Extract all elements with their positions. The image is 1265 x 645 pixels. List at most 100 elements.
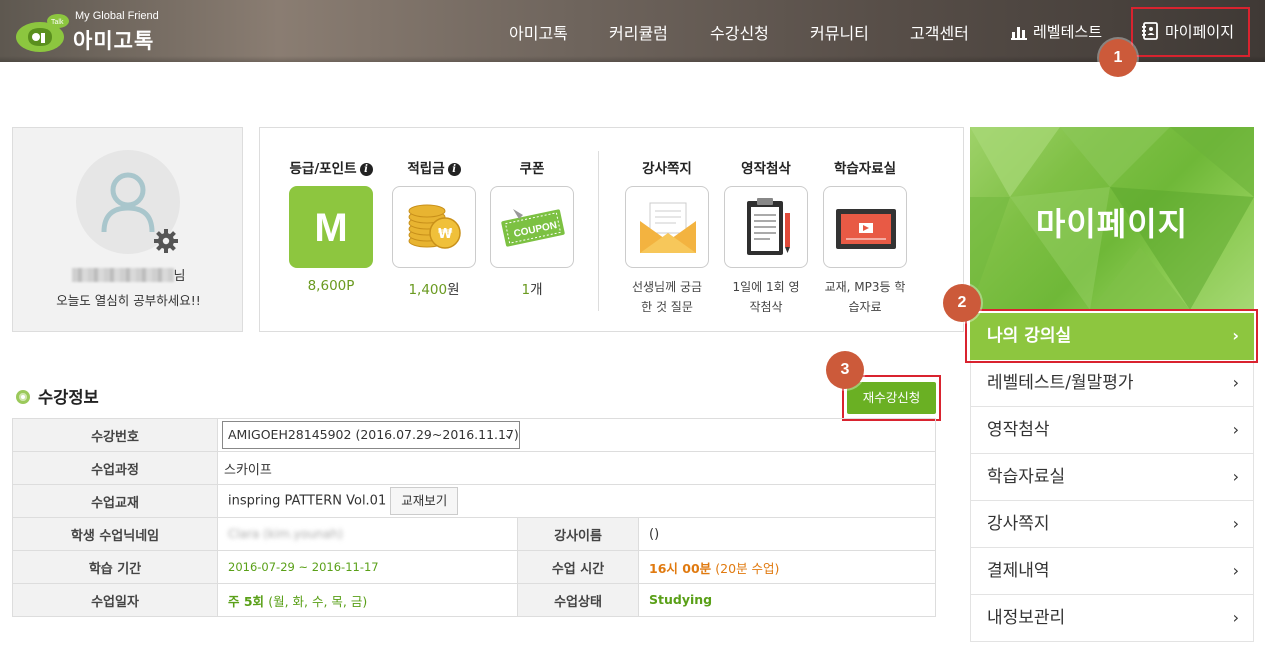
course-no-cell: AMIGOEH28145902 (2016.07.29~2016.11.17) ⌄: [217, 418, 936, 452]
course-no-label: 수강번호: [12, 418, 218, 452]
teacher-note-box[interactable]: [625, 186, 709, 268]
chevron-right-icon: ›: [1232, 561, 1239, 580]
table-row: 학생 수업닉네임 Clara (kim.younah) 강사이름 (): [12, 517, 936, 551]
grade-badge[interactable]: M: [289, 186, 373, 268]
stat-materials-label: 학습자료실: [833, 161, 897, 177]
highlight-my-classroom: [965, 309, 1258, 363]
logo-badge-text: Talk: [51, 19, 64, 26]
profile-card: 님 오늘도 열심히 공부하세요!!: [12, 127, 243, 332]
status-value: Studying: [649, 592, 713, 607]
video-player-icon: [836, 209, 896, 249]
stat-grade-label: 등급/포인트 i: [286, 157, 376, 177]
section-bullet-icon: [16, 390, 30, 404]
nav-level-test[interactable]: 레벨테스트: [1011, 21, 1102, 42]
sidebar-item-payments[interactable]: 결제내역 ›: [970, 548, 1254, 595]
step-marker-1: 1: [1099, 39, 1137, 77]
coin-icon: ₩: [408, 204, 461, 249]
nav-enrollment[interactable]: 수강신청: [710, 20, 769, 44]
stat-coupon-label: 쿠폰: [519, 161, 545, 177]
stat-teacher-note: 강사쪽지 선생님께 궁금 한 것 질문: [622, 128, 712, 333]
days-cell: 주 5회 (월, 화, 수, 목, 금): [217, 583, 518, 617]
correction-box[interactable]: [724, 186, 808, 268]
banner-title: 마이페이지: [1035, 205, 1189, 243]
envelope-icon: [640, 202, 696, 253]
logo-tagline: My Global Friend: [75, 10, 159, 22]
days-label: 수업일자: [12, 583, 218, 617]
stat-grade-value: 8,600P: [307, 278, 355, 294]
coupon-box[interactable]: COUPON: [490, 186, 574, 268]
stat-savings-value: 1,400원: [408, 282, 460, 298]
stat-savings-label: 적립금 i: [389, 157, 479, 177]
table-row: 수업과정 스카이프: [12, 451, 936, 485]
nickname-label: 학생 수업닉네임: [12, 517, 218, 551]
clipboard-icon: [747, 198, 790, 255]
chevron-right-icon: ›: [1232, 514, 1239, 533]
stat-correction-label: 영작첨삭: [741, 161, 791, 177]
status-label: 수업상태: [517, 583, 639, 617]
nav-community[interactable]: 커뮤니티: [810, 20, 869, 44]
info-icon[interactable]: i: [447, 163, 461, 176]
days-count: 주 5회: [228, 593, 265, 609]
course-no-select[interactable]: AMIGOEH28145902 (2016.07.29~2016.11.17) ⌄: [222, 421, 520, 449]
nav-curriculum[interactable]: 커리큘럼: [609, 20, 668, 44]
top-header: Talk My Global Friend 아미고톡 아미고톡 커리큘럼 수강신…: [0, 0, 1265, 62]
sidebar-item-level-test[interactable]: 레벨테스트/월말평가 ›: [970, 360, 1254, 407]
time-cell: 16시 00분 (20분 수업): [638, 550, 936, 584]
period-value: 2016-07-29 ~ 2016-11-17: [228, 559, 379, 574]
svg-text:₩: ₩: [438, 227, 453, 242]
savings-box[interactable]: ₩: [392, 186, 476, 268]
table-row: 수강번호 AMIGOEH28145902 (2016.07.29~2016.11…: [12, 418, 936, 452]
stat-teacher-note-desc: 선생님께 궁금 한 것 질문: [631, 280, 703, 314]
stat-correction-desc: 1일에 1회 영 작첨삭: [732, 280, 800, 314]
course-label: 수업과정: [12, 451, 218, 485]
logo-badge-icon: Talk: [16, 14, 69, 52]
table-row: 학습 기간 2016-07-29 ~ 2016-11-17 수업 시간 16시 …: [12, 550, 936, 584]
textbook-cell: inspring PATTERN Vol.01 교재보기: [217, 484, 936, 518]
user-name-suffix: 님: [173, 269, 186, 284]
divider: [598, 151, 599, 311]
stat-materials: 학습자료실 교재, MP3등 학 습자료: [820, 128, 910, 333]
nav-level-test-label: 레벨테스트: [1033, 23, 1103, 41]
info-icon[interactable]: i: [359, 163, 373, 176]
chevron-right-icon: ›: [1232, 467, 1239, 486]
section-title: 수강정보: [16, 384, 99, 408]
step-marker-3: 3: [826, 351, 864, 389]
stat-coupon-value: 1개: [521, 282, 543, 298]
stat-coupon: 쿠폰 COUPON 1개: [487, 128, 577, 333]
user-name: 님: [13, 265, 244, 284]
stat-materials-desc: 교재, MP3등 학 습자료: [824, 280, 906, 314]
table-row: 수업일자 주 5회 (월, 화, 수, 목, 금) 수업상태 Studying: [12, 583, 936, 617]
stat-correction: 영작첨삭 1일에 1회 영 작첨삭: [721, 128, 811, 333]
time-label: 수업 시간: [517, 550, 639, 584]
nav-customer-center[interactable]: 고객센터: [910, 20, 969, 44]
course-info-table: 수강번호 AMIGOEH28145902 (2016.07.29~2016.11…: [12, 418, 936, 617]
status-cell: Studying: [638, 583, 936, 617]
bar-chart-icon: [1011, 27, 1027, 40]
nickname-value: Clara (kim.younah): [228, 526, 343, 541]
period-label: 학습 기간: [12, 550, 218, 584]
materials-box[interactable]: [823, 186, 907, 268]
textbook-value: inspring PATTERN Vol.01: [228, 493, 387, 509]
gear-icon[interactable]: [152, 227, 180, 255]
sidebar-item-teacher-note[interactable]: 강사쪽지 ›: [970, 501, 1254, 548]
nickname-cell: Clara (kim.younah): [217, 517, 518, 551]
nav-amigotalk[interactable]: 아미고톡: [509, 20, 568, 44]
textbook-label: 수업교재: [12, 484, 218, 518]
stat-grade: 등급/포인트 i M 8,600P: [286, 128, 376, 333]
chevron-right-icon: ›: [1232, 373, 1239, 392]
mypage-banner: 마이페이지: [970, 127, 1254, 310]
time-value: 16시 00분: [649, 560, 712, 576]
step-marker-2: 2: [943, 284, 981, 322]
stat-savings: 적립금 i ₩ 1,400원: [389, 128, 479, 333]
time-extra: (20분 수업): [715, 560, 780, 576]
sidebar-item-my-info[interactable]: 내정보관리 ›: [970, 595, 1254, 642]
greeting-text: 오늘도 열심히 공부하세요!!: [56, 293, 201, 308]
teacher-value: (): [638, 517, 936, 551]
chevron-right-icon: ›: [1232, 420, 1239, 439]
sidebar-item-correction[interactable]: 영작첨삭 ›: [970, 407, 1254, 454]
chevron-down-icon: ⌄: [503, 428, 513, 441]
grade-letter: M: [314, 206, 348, 250]
sidebar-item-materials[interactable]: 학습자료실 ›: [970, 454, 1254, 501]
view-textbook-button[interactable]: 교재보기: [390, 487, 459, 515]
site-logo[interactable]: Talk My Global Friend 아미고톡: [14, 8, 184, 56]
